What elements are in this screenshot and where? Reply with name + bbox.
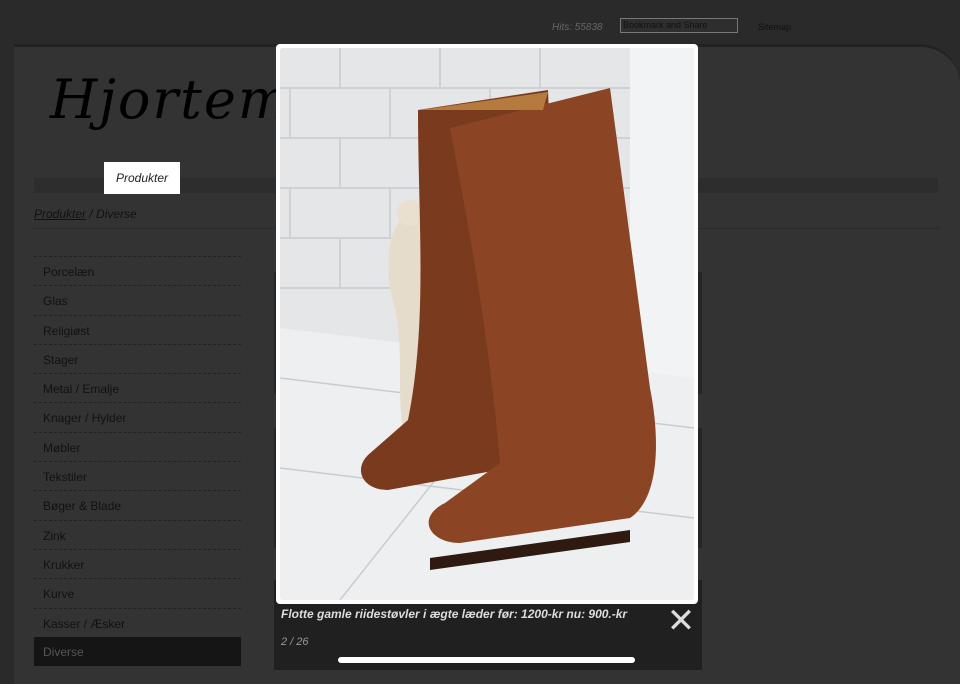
sidebar-item[interactable]: Kasser / Æsker <box>34 607 241 637</box>
lightbox-counter: 2 / 26 <box>281 636 309 648</box>
sidebar-item[interactable]: Bøger & Blade <box>34 490 241 519</box>
top-bar: Hits: 55838 Bookmark and Share Sitemap <box>0 18 960 38</box>
lightbox-caption: Flotte gamle riidestøvler i ægte læder f… <box>281 607 628 621</box>
bookmark-share-button[interactable]: Bookmark and Share <box>620 18 738 33</box>
nav-item-produkter[interactable]: Produkter <box>104 162 180 194</box>
sidebar-item[interactable]: Tekstiler <box>34 461 241 490</box>
close-icon[interactable]: ✕ <box>666 604 696 638</box>
riding-boots-image <box>280 48 694 600</box>
sidebar-item[interactable]: Zink <box>34 519 241 549</box>
sidebar-item[interactable]: Glas <box>34 285 241 314</box>
sidebar-item-active[interactable]: Diverse <box>34 636 241 667</box>
lightbox-frame <box>276 44 698 604</box>
scrollbar[interactable] <box>338 657 635 663</box>
sidebar-item[interactable]: Krukker <box>34 548 241 578</box>
hit-counter: Hits: 55838 <box>552 22 603 33</box>
sidebar-item[interactable]: Knager / Hylder <box>34 402 241 431</box>
breadcrumb-link[interactable]: Produkter <box>34 207 86 221</box>
breadcrumb-current: / Diverse <box>86 207 137 221</box>
sidebar-item[interactable]: Stager <box>34 343 241 373</box>
sidebar: Porcelæn Glas Religiøst Stager Metal / E… <box>34 256 241 667</box>
sidebar-item[interactable]: Religiøst <box>34 314 241 344</box>
sidebar-item[interactable]: Metal / Emalje <box>34 373 241 402</box>
product-photo <box>280 48 694 600</box>
sidebar-item[interactable]: Møbler <box>34 431 241 461</box>
sidebar-item[interactable]: Kurve <box>34 578 241 607</box>
sidebar-item[interactable]: Porcelæn <box>34 256 241 285</box>
breadcrumb: Produkter / Diverse <box>34 207 137 221</box>
sitemap-link[interactable]: Sitemap <box>758 22 791 32</box>
